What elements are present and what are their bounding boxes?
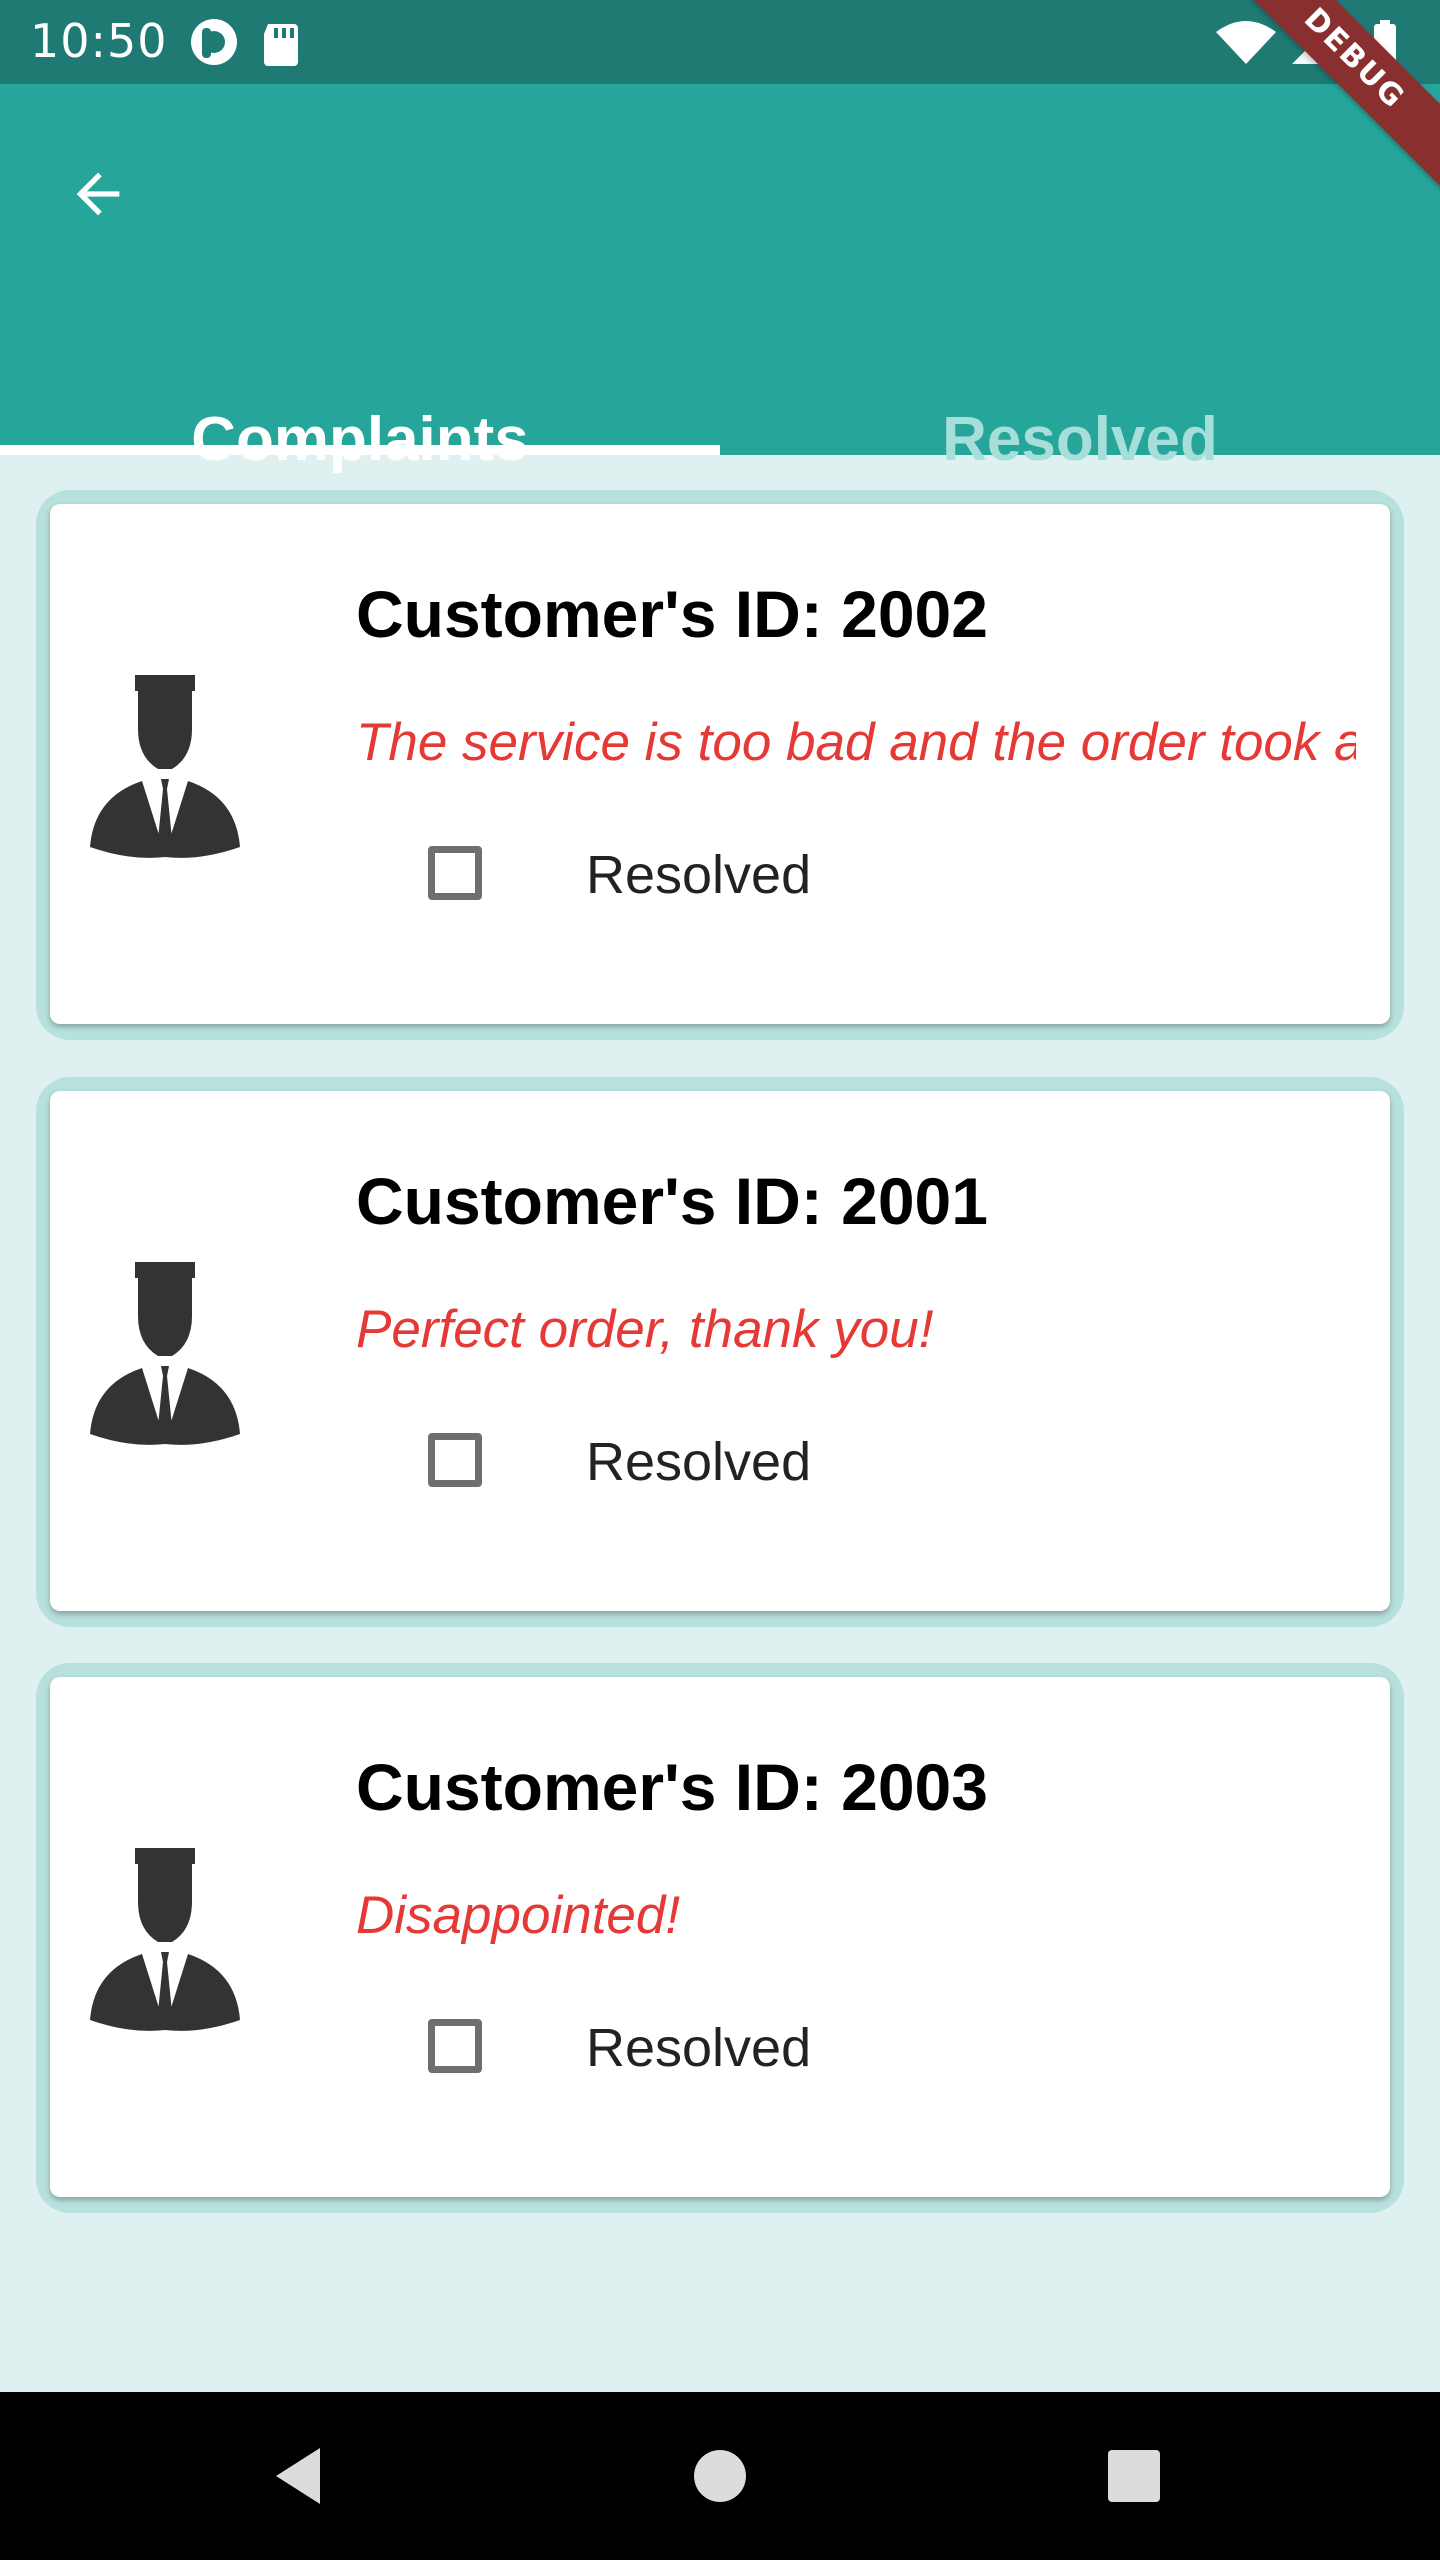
complaint-card: Customer's ID: 2003 Disappointed! Resolv… <box>36 1663 1404 2213</box>
tab-resolved-label: Resolved <box>942 405 1218 474</box>
avatar-icon <box>90 1262 240 1445</box>
home-circle-icon[interactable] <box>678 2434 762 2518</box>
tab-bar: Complaints Resolved <box>0 320 1440 474</box>
tab-indicator <box>0 445 720 455</box>
resolved-checkbox-label: Resolved <box>586 1432 812 1492</box>
tab-resolved[interactable]: Resolved <box>720 320 1440 474</box>
arrow-back-icon <box>76 172 120 216</box>
resolved-checkbox[interactable] <box>428 846 482 900</box>
avatar-icon <box>90 1848 240 2031</box>
sd-card-icon <box>264 24 298 66</box>
complaint-card-body: Customer's ID: 2002 The service is too b… <box>50 504 1390 1024</box>
app-bar: Complaints Resolved <box>0 84 1440 474</box>
customer-id: Customer's ID: 2003 <box>356 1750 988 1824</box>
customer-id: Customer's ID: 2001 <box>356 1164 988 1238</box>
pocket-casts-icon <box>191 19 237 65</box>
customer-id: Customer's ID: 2002 <box>356 577 988 651</box>
resolved-checkbox-label: Resolved <box>586 2018 812 2078</box>
resolved-checkbox[interactable] <box>428 1433 482 1487</box>
status-bar: 10:50 <box>0 0 1440 84</box>
tab-complaints-label: Complaints <box>191 405 529 474</box>
status-left-icons <box>190 18 320 73</box>
complaint-message: The service is too bad and the order too… <box>356 713 1356 772</box>
complaint-card-body: Customer's ID: 2003 Disappointed! Resolv… <box>50 1677 1390 2197</box>
complaint-message: Disappointed! <box>356 1886 681 1945</box>
resolved-checkbox[interactable] <box>428 2019 482 2073</box>
back-button[interactable] <box>50 146 146 242</box>
navigation-bar <box>0 2392 1440 2560</box>
complaint-message: Perfect order, thank you! <box>356 1300 934 1359</box>
complaint-card: Customer's ID: 2002 The service is too b… <box>36 490 1404 1040</box>
back-triangle-icon[interactable] <box>258 2434 342 2518</box>
status-time: 10:50 <box>30 14 168 68</box>
complaint-card: Customer's ID: 2001 Perfect order, thank… <box>36 1077 1404 1627</box>
tab-complaints[interactable]: Complaints <box>0 320 720 474</box>
wifi-icon <box>1216 21 1276 64</box>
recents-square-icon[interactable] <box>1092 2434 1176 2518</box>
complaint-card-body: Customer's ID: 2001 Perfect order, thank… <box>50 1091 1390 1611</box>
avatar-icon <box>90 675 240 858</box>
resolved-checkbox-label: Resolved <box>586 845 812 905</box>
